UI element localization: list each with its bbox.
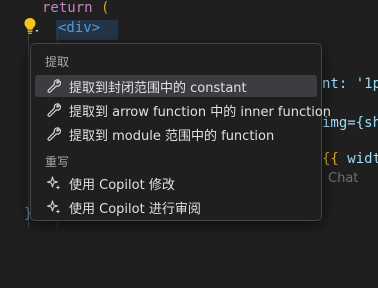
- open-paren: (: [101, 0, 110, 16]
- menu-item-extract-module-function[interactable]: 提取到 module 范围中的 function: [35, 123, 317, 145]
- wrench-icon: [47, 79, 62, 93]
- menu-item-label: 使用 Copilot 修改: [69, 177, 175, 193]
- code-line-fragment-4: nt: '1p: [322, 74, 378, 94]
- section-header-rewrite: 重写: [45, 155, 70, 169]
- section-header-extract: 提取: [45, 55, 70, 69]
- lightbulb-icon[interactable]: [23, 16, 41, 36]
- wrench-icon: [47, 103, 62, 117]
- sparkle-icon: [46, 200, 61, 214]
- menu-item-label: 提取到 arrow function 中的 inner function: [69, 104, 332, 120]
- code-line-fragment-8: {{ widt: [322, 149, 378, 169]
- code-line-ghost: Chat: [328, 169, 358, 189]
- wrench-icon: [47, 127, 62, 141]
- ghost-text-chat: Chat: [328, 171, 359, 186]
- sparkle-icon: [46, 176, 61, 190]
- menu-item-copilot-modify[interactable]: 使用 Copilot 修改: [35, 172, 317, 194]
- code-line-div: <div>: [58, 18, 100, 38]
- quick-fix-menu: 提取 提取到封闭范围中的 constant 提取到 arrow function…: [30, 43, 331, 221]
- menu-item-copilot-review[interactable]: 使用 Copilot 进行审阅: [35, 196, 317, 218]
- menu-item-extract-inner-function[interactable]: 提取到 arrow function 中的 inner function: [35, 99, 331, 121]
- return-keyword: return: [42, 0, 93, 16]
- code-fragment-8: widt: [338, 151, 378, 167]
- menu-item-label: 提取到封闭范围中的 constant: [69, 80, 247, 96]
- code-brace-8: {{: [322, 151, 339, 167]
- code-line-return: return (: [42, 0, 109, 18]
- menu-item-label: 提取到 module 范围中的 function: [69, 128, 275, 144]
- menu-item-label: 使用 Copilot 进行审阅: [69, 201, 201, 217]
- indent-guide: [28, 28, 29, 228]
- code-fragment-4: nt: '1p: [322, 76, 378, 92]
- div-tag: <div>: [58, 20, 101, 36]
- menu-item-extract-constant[interactable]: 提取到封闭范围中的 constant: [35, 75, 317, 97]
